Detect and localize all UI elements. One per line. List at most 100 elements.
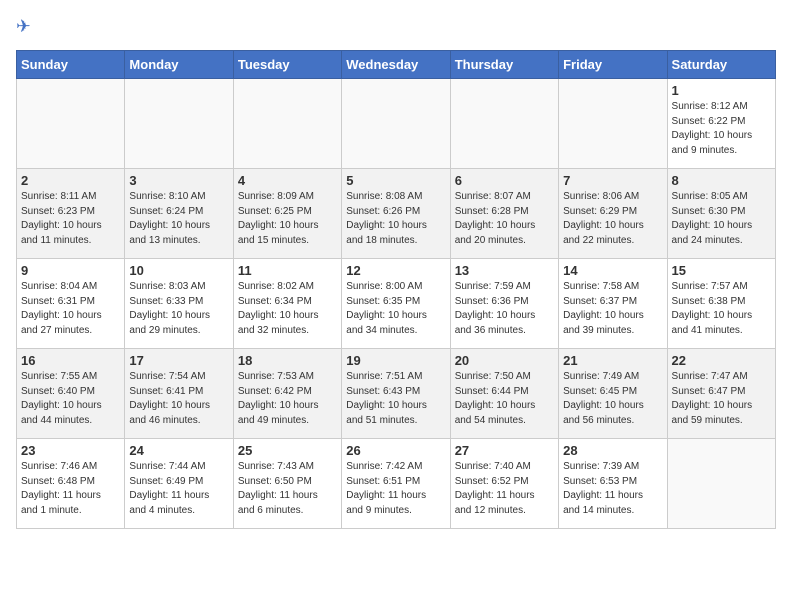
day-number: 11 (238, 263, 337, 278)
day-info: Sunrise: 7:55 AM Sunset: 6:40 PM Dayligh… (21, 370, 120, 428)
day-number: 26 (346, 443, 445, 458)
day-number: 9 (21, 263, 120, 278)
weekday-header-saturday: Saturday (667, 51, 775, 79)
day-number: 5 (346, 173, 445, 188)
calendar-day-23: 23 Sunrise: 7:46 AM Sunset: 6:48 PM Dayli… (17, 439, 125, 529)
calendar-day-18: 18Sunrise: 7:53 AM Sunset: 6:42 PM Dayli… (233, 349, 341, 439)
calendar-day-empty (17, 79, 125, 169)
day-number: 16 (21, 353, 120, 368)
weekday-header-friday: Friday (559, 51, 667, 79)
calendar-day-5: 5 Sunrise: 8:08 AM Sunset: 6:26 PM Daylig… (342, 169, 450, 259)
weekday-header-wednesday: Wednesday (342, 51, 450, 79)
calendar-day-15: 15 Sunrise: 7:57 AM Sunset: 6:38 PM Dayli… (667, 259, 775, 349)
day-number: 22 (672, 353, 771, 368)
calendar-day-13: 13 Sunrise: 7:59 AM Sunset: 6:36 PM Dayli… (450, 259, 558, 349)
day-number: 21 (563, 353, 662, 368)
calendar-day-17: 17Sunrise: 7:54 AM Sunset: 6:41 PM Dayli… (125, 349, 233, 439)
day-info: Sunrise: 7:43 AM Sunset: 6:50 PM Dayligh… (238, 460, 337, 518)
calendar-day-empty (559, 79, 667, 169)
calendar-day-4: 4 Sunrise: 8:09 AM Sunset: 6:25 PM Daylig… (233, 169, 341, 259)
day-number: 14 (563, 263, 662, 278)
day-info: Sunrise: 8:10 AM Sunset: 6:24 PM Dayligh… (129, 190, 228, 248)
day-number: 28 (563, 443, 662, 458)
day-info: Sunrise: 8:00 AM Sunset: 6:35 PM Dayligh… (346, 280, 445, 338)
day-info: Sunrise: 8:08 AM Sunset: 6:26 PM Dayligh… (346, 190, 445, 248)
calendar-day-21: 21 Sunrise: 7:49 AM Sunset: 6:45 PM Dayli… (559, 349, 667, 439)
day-number: 13 (455, 263, 554, 278)
day-info: Sunrise: 8:04 AM Sunset: 6:31 PM Dayligh… (21, 280, 120, 338)
day-info: Sunrise: 8:09 AM Sunset: 6:25 PM Dayligh… (238, 190, 337, 248)
day-info: Sunrise: 8:11 AM Sunset: 6:23 PM Dayligh… (21, 190, 120, 248)
page-header: ✈ (16, 16, 776, 40)
day-info: Sunrise: 7:49 AM Sunset: 6:45 PM Dayligh… (563, 370, 662, 428)
calendar-day-empty (450, 79, 558, 169)
calendar-day-24: 24 Sunrise: 7:44 AM Sunset: 6:49 PM Dayli… (125, 439, 233, 529)
calendar-day-20: 20 Sunrise: 7:50 AM Sunset: 6:44 PM Dayli… (450, 349, 558, 439)
calendar-week-row: 1Sunrise: 8:12 AM Sunset: 6:22 PM Daylig… (17, 79, 776, 169)
calendar-day-26: 26 Sunrise: 7:42 AM Sunset: 6:51 PM Dayli… (342, 439, 450, 529)
day-number: 27 (455, 443, 554, 458)
calendar-day-2: 2 Sunrise: 8:11 AM Sunset: 6:23 PM Daylig… (17, 169, 125, 259)
day-number: 23 (21, 443, 120, 458)
day-number: 7 (563, 173, 662, 188)
day-number: 19 (346, 353, 445, 368)
day-info: Sunrise: 7:57 AM Sunset: 6:38 PM Dayligh… (672, 280, 771, 338)
day-info: Sunrise: 8:06 AM Sunset: 6:29 PM Dayligh… (563, 190, 662, 248)
calendar-day-14: 14 Sunrise: 7:58 AM Sunset: 6:37 PM Dayli… (559, 259, 667, 349)
day-info: Sunrise: 7:50 AM Sunset: 6:44 PM Dayligh… (455, 370, 554, 428)
calendar-day-9: 9 Sunrise: 8:04 AM Sunset: 6:31 PM Daylig… (17, 259, 125, 349)
day-number: 25 (238, 443, 337, 458)
weekday-header-tuesday: Tuesday (233, 51, 341, 79)
day-number: 4 (238, 173, 337, 188)
calendar-week-row: 9 Sunrise: 8:04 AM Sunset: 6:31 PM Daylig… (17, 259, 776, 349)
day-number: 12 (346, 263, 445, 278)
calendar-week-row: 2 Sunrise: 8:11 AM Sunset: 6:23 PM Daylig… (17, 169, 776, 259)
weekday-header-monday: Monday (125, 51, 233, 79)
weekday-header-thursday: Thursday (450, 51, 558, 79)
day-number: 15 (672, 263, 771, 278)
calendar-day-empty (342, 79, 450, 169)
calendar-table: SundayMondayTuesdayWednesdayThursdayFrid… (16, 50, 776, 529)
calendar-day-10: 10 Sunrise: 8:03 AM Sunset: 6:33 PM Dayli… (125, 259, 233, 349)
calendar-day-empty (125, 79, 233, 169)
day-info: Sunrise: 7:44 AM Sunset: 6:49 PM Dayligh… (129, 460, 228, 518)
day-info: Sunrise: 8:02 AM Sunset: 6:34 PM Dayligh… (238, 280, 337, 338)
day-number: 10 (129, 263, 228, 278)
day-info: Sunrise: 7:58 AM Sunset: 6:37 PM Dayligh… (563, 280, 662, 338)
day-info: Sunrise: 7:39 AM Sunset: 6:53 PM Dayligh… (563, 460, 662, 518)
calendar-day-6: 6 Sunrise: 8:07 AM Sunset: 6:28 PM Daylig… (450, 169, 558, 259)
calendar-day-3: 3 Sunrise: 8:10 AM Sunset: 6:24 PM Daylig… (125, 169, 233, 259)
calendar-day-22: 22 Sunrise: 7:47 AM Sunset: 6:47 PM Dayli… (667, 349, 775, 439)
day-info: Sunrise: 7:46 AM Sunset: 6:48 PM Dayligh… (21, 460, 120, 518)
day-number: 2 (21, 173, 120, 188)
calendar-day-1: 1Sunrise: 8:12 AM Sunset: 6:22 PM Daylig… (667, 79, 775, 169)
day-info: Sunrise: 8:03 AM Sunset: 6:33 PM Dayligh… (129, 280, 228, 338)
calendar-week-row: 23 Sunrise: 7:46 AM Sunset: 6:48 PM Dayli… (17, 439, 776, 529)
day-number: 6 (455, 173, 554, 188)
day-info: Sunrise: 7:40 AM Sunset: 6:52 PM Dayligh… (455, 460, 554, 518)
calendar-day-16: 16 Sunrise: 7:55 AM Sunset: 6:40 PM Dayli… (17, 349, 125, 439)
day-info: Sunrise: 8:07 AM Sunset: 6:28 PM Dayligh… (455, 190, 554, 248)
day-number: 17 (129, 353, 228, 368)
calendar-header-row: SundayMondayTuesdayWednesdayThursdayFrid… (17, 51, 776, 79)
day-info: Sunrise: 7:53 AM Sunset: 6:42 PM Dayligh… (238, 370, 337, 428)
day-number: 20 (455, 353, 554, 368)
calendar-day-empty (233, 79, 341, 169)
calendar-day-7: 7 Sunrise: 8:06 AM Sunset: 6:29 PM Daylig… (559, 169, 667, 259)
day-info: Sunrise: 7:51 AM Sunset: 6:43 PM Dayligh… (346, 370, 445, 428)
day-info: Sunrise: 8:12 AM Sunset: 6:22 PM Dayligh… (672, 100, 771, 158)
logo: ✈ (16, 16, 44, 40)
day-info: Sunrise: 7:59 AM Sunset: 6:36 PM Dayligh… (455, 280, 554, 338)
calendar-day-11: 11 Sunrise: 8:02 AM Sunset: 6:34 PM Dayli… (233, 259, 341, 349)
day-number: 3 (129, 173, 228, 188)
calendar-day-19: 19 Sunrise: 7:51 AM Sunset: 6:43 PM Dayli… (342, 349, 450, 439)
calendar-day-28: 28 Sunrise: 7:39 AM Sunset: 6:53 PM Dayli… (559, 439, 667, 529)
day-number: 24 (129, 443, 228, 458)
calendar-body: 1Sunrise: 8:12 AM Sunset: 6:22 PM Daylig… (17, 79, 776, 529)
day-info: Sunrise: 7:42 AM Sunset: 6:51 PM Dayligh… (346, 460, 445, 518)
day-info: Sunrise: 7:47 AM Sunset: 6:47 PM Dayligh… (672, 370, 771, 428)
calendar-week-row: 16 Sunrise: 7:55 AM Sunset: 6:40 PM Dayli… (17, 349, 776, 439)
calendar-day-27: 27 Sunrise: 7:40 AM Sunset: 6:52 PM Dayli… (450, 439, 558, 529)
weekday-header-sunday: Sunday (17, 51, 125, 79)
calendar-day-12: 12 Sunrise: 8:00 AM Sunset: 6:35 PM Dayli… (342, 259, 450, 349)
